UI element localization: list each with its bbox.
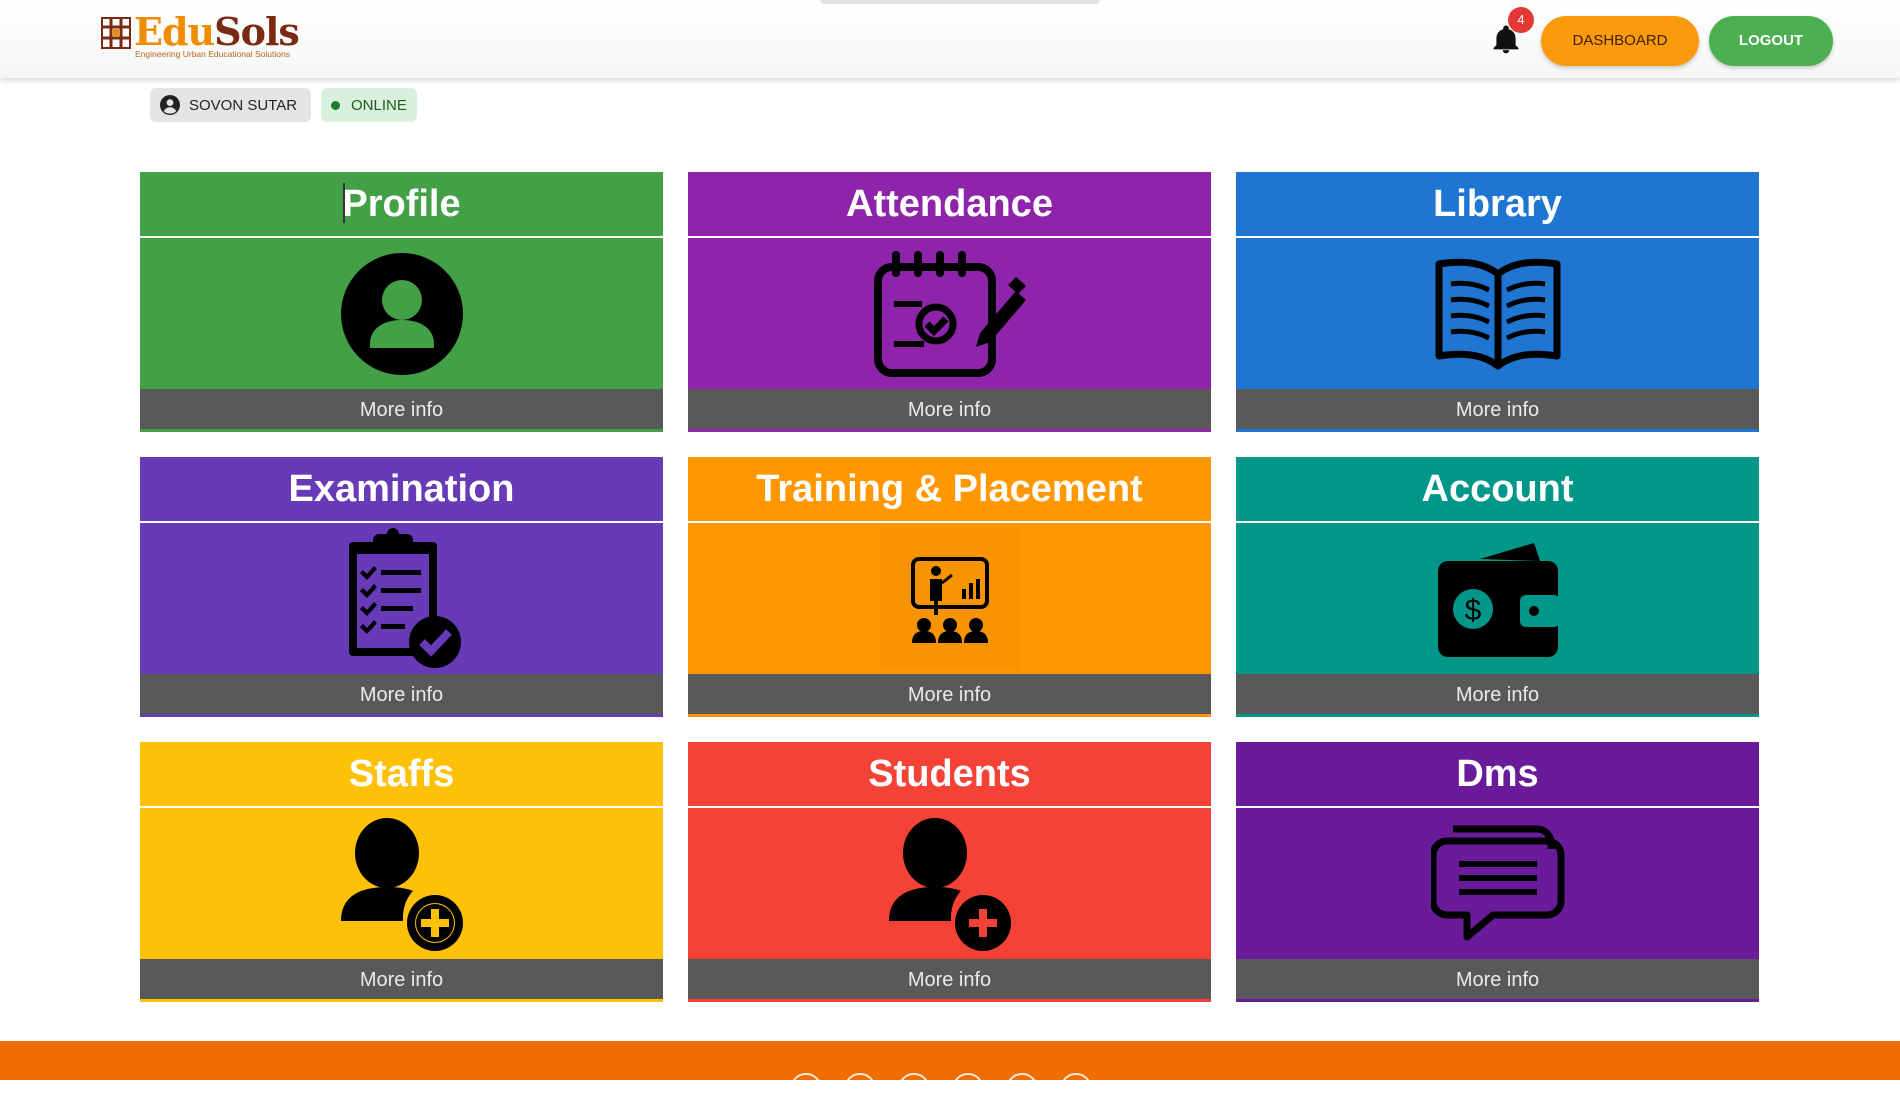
logo-text: EduSols (134, 9, 300, 54)
card-title: Examination (140, 457, 663, 521)
card-bottom-line (688, 429, 1211, 432)
logo-tagline: Engineering Urban Educational Solutions (135, 49, 290, 59)
online-dot-icon (331, 100, 340, 110)
clipboard-check-icon (348, 527, 461, 668)
card-account[interactable]: Account $ More info (1236, 457, 1759, 717)
social-link-icon[interactable] (952, 1073, 984, 1105)
card-title: Library (1236, 172, 1759, 236)
more-info-link[interactable]: More info (1236, 389, 1759, 431)
social-link-icon[interactable] (790, 1073, 822, 1105)
top-navbar: EduSols Engineering Urban Educational So… (0, 0, 1900, 78)
card-body (140, 523, 663, 674)
text-caret (343, 183, 345, 223)
card-bottom-line (688, 714, 1211, 717)
user-circle-icon (340, 252, 463, 375)
wallet-icon: $ (1437, 542, 1560, 657)
card-title: Profile (140, 172, 663, 236)
logo-mark-icon (101, 17, 131, 49)
card-title: Training & Placement (688, 457, 1211, 521)
card-body (1236, 238, 1759, 389)
more-info-link[interactable]: More info (688, 674, 1211, 716)
more-info-link[interactable]: More info (1236, 674, 1759, 716)
card-title: Staffs (140, 742, 663, 806)
card-library[interactable]: Library More info (1236, 172, 1759, 432)
footer-social-links (790, 1073, 1092, 1105)
more-info-link[interactable]: More info (688, 959, 1211, 1001)
user-add-icon (340, 817, 463, 951)
card-staffs[interactable]: Staffs More info (140, 742, 663, 1002)
card-body (688, 523, 1211, 674)
card-body (140, 808, 663, 959)
notification-badge: 4 (1508, 7, 1534, 33)
card-bottom-line (1236, 429, 1759, 432)
card-body (688, 808, 1211, 959)
card-examination[interactable]: Examination More info (140, 457, 663, 717)
card-body (1236, 808, 1759, 959)
status-label: ONLINE (351, 96, 407, 114)
social-link-icon[interactable] (844, 1073, 876, 1105)
dashboard-button[interactable]: DASHBOARD (1541, 16, 1699, 66)
edusols-logo[interactable]: EduSols Engineering Urban Educational So… (100, 10, 310, 62)
card-title: Dms (1236, 742, 1759, 806)
user-name: SOVON SUTAR (189, 96, 298, 114)
card-body (140, 238, 663, 389)
social-link-icon[interactable] (898, 1073, 930, 1105)
card-bottom-line (140, 429, 663, 432)
card-attendance[interactable]: Attendance More info (688, 172, 1211, 432)
card-profile[interactable]: Profile More info (140, 172, 663, 432)
footer (0, 1041, 1900, 1105)
card-title: Students (688, 742, 1211, 806)
social-link-icon[interactable] (1060, 1073, 1092, 1105)
card-body: $ (1236, 523, 1759, 674)
logout-button[interactable]: LOGOUT (1709, 16, 1833, 66)
open-book-icon (1435, 258, 1560, 369)
status-badge: ONLINE (321, 88, 417, 122)
user-circle-icon (160, 95, 180, 115)
chat-bubbles-icon (1430, 825, 1564, 940)
social-link-icon[interactable] (1006, 1073, 1038, 1105)
more-info-link[interactable]: More info (140, 389, 663, 431)
calendar-check-edit-icon (873, 250, 1026, 377)
card-dms[interactable]: Dms More info (1236, 742, 1759, 1002)
card-students[interactable]: Students More info (688, 742, 1211, 1002)
card-title: Attendance (688, 172, 1211, 236)
card-bottom-line (140, 999, 663, 1002)
more-info-link[interactable]: More info (688, 389, 1211, 431)
user-add-icon (888, 817, 1011, 951)
card-body (688, 238, 1211, 389)
presentation-training-icon (879, 528, 1020, 669)
card-bottom-line (140, 714, 663, 717)
card-title: Account (1236, 457, 1759, 521)
more-info-link[interactable]: More info (140, 674, 663, 716)
user-chip: SOVON SUTAR (150, 88, 312, 122)
navbar-accent-strip (820, 0, 1100, 4)
card-bottom-line (688, 999, 1211, 1002)
more-info-link[interactable]: More info (140, 959, 663, 1001)
card-bottom-line (1236, 714, 1759, 717)
card-training-placement[interactable]: Training & Placement More info (688, 457, 1211, 717)
card-bottom-line (1236, 999, 1759, 1002)
more-info-link[interactable]: More info (1236, 959, 1759, 1001)
svg-text:$: $ (1464, 594, 1481, 627)
